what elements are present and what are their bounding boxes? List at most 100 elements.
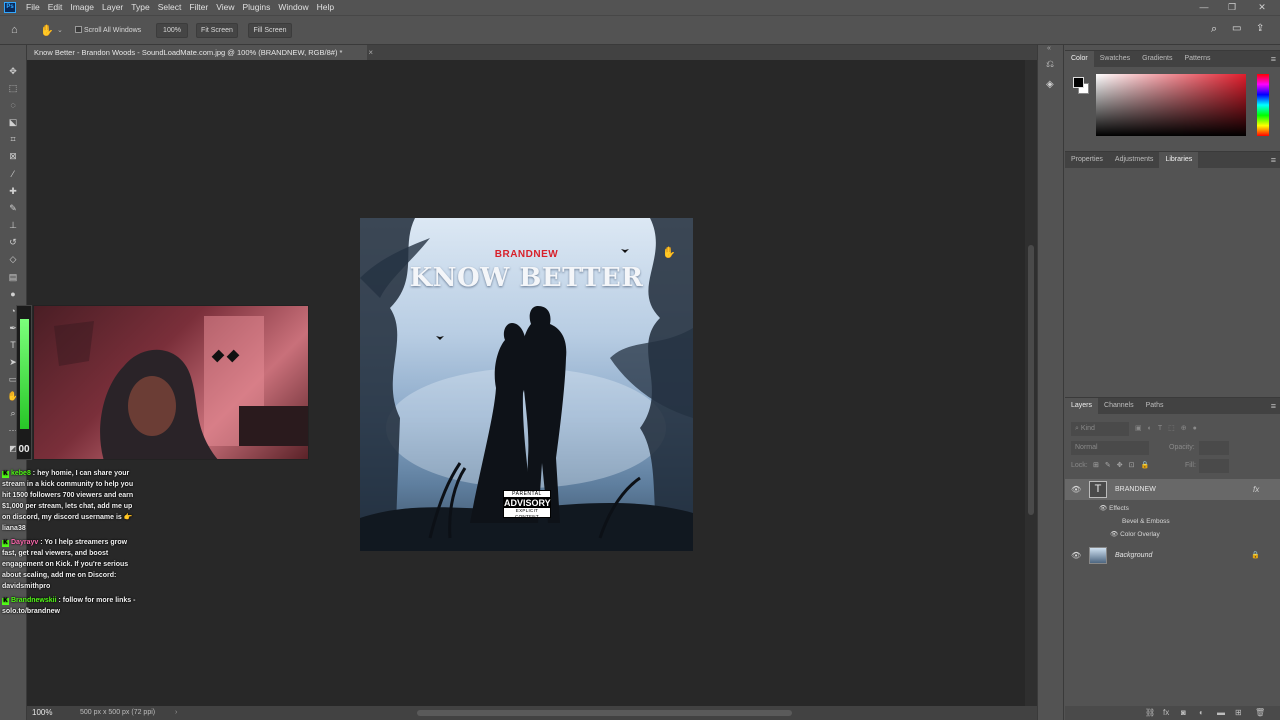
color-picker-field[interactable] bbox=[1096, 74, 1246, 136]
effects-group-row[interactable]: 👁 Effects bbox=[1099, 503, 1129, 515]
lock-icons[interactable]: ⊞✎✥⊡🔒 bbox=[1093, 459, 1155, 473]
layer-row-background[interactable]: 👁 Background 🔒 bbox=[1065, 545, 1280, 566]
tab-color[interactable]: Color bbox=[1065, 51, 1094, 67]
frame-tool-icon[interactable]: ⊠ bbox=[7, 150, 19, 162]
layer-effects-fx-icon[interactable]: fx bbox=[1253, 479, 1259, 500]
tool-preset-chevron-icon[interactable]: ⌄ bbox=[57, 26, 63, 34]
tab-paths[interactable]: Paths bbox=[1140, 398, 1170, 414]
object-selection-tool-icon[interactable]: ⬕ bbox=[7, 116, 19, 128]
tab-layers[interactable]: Layers bbox=[1065, 398, 1099, 414]
minimize-button[interactable]: — bbox=[1190, 0, 1218, 15]
hue-slider[interactable] bbox=[1257, 74, 1269, 136]
healing-brush-tool-icon[interactable]: ✚ bbox=[7, 185, 19, 197]
menu-filter[interactable]: Filter bbox=[185, 0, 212, 15]
foreground-color-swatch[interactable] bbox=[1073, 77, 1084, 88]
effects-eye-icon[interactable]: 👁 bbox=[1099, 505, 1109, 512]
comments-panel-icon[interactable]: ◈ bbox=[1046, 79, 1054, 90]
panel-menu-icon[interactable]: ≡ bbox=[1271, 152, 1276, 168]
workspace-icon[interactable]: ▭ bbox=[1232, 23, 1241, 34]
fit-screen-button[interactable]: Fit Screen bbox=[196, 23, 238, 38]
new-adjustment-icon[interactable]: ◐ bbox=[1199, 706, 1204, 720]
fill-screen-button[interactable]: Fill Screen bbox=[248, 23, 292, 38]
lock-icon[interactable]: 🔒 bbox=[1251, 545, 1260, 566]
new-layer-icon[interactable]: ⊞ bbox=[1235, 706, 1242, 720]
menu-type[interactable]: Type bbox=[127, 0, 153, 15]
horizontal-scroll-thumb[interactable] bbox=[417, 710, 792, 716]
tab-adjustments[interactable]: Adjustments bbox=[1109, 152, 1160, 168]
layer-filter-kind[interactable]: ⌕ Kind bbox=[1071, 422, 1129, 436]
layer-filter-icons[interactable]: ▣◐T⬚⊕● bbox=[1135, 422, 1203, 436]
album-artwork[interactable]: BRANDNEW KNOW BETTER PARENTAL ADVISORY E… bbox=[360, 218, 693, 551]
menu-plugins[interactable]: Plugins bbox=[238, 0, 274, 15]
menu-image[interactable]: Image bbox=[66, 0, 98, 15]
advisory-top-text: PARENTAL bbox=[504, 491, 550, 498]
effect-bevel-emboss[interactable]: Bevel & Emboss bbox=[1122, 516, 1170, 528]
panel-menu-icon[interactable]: ≡ bbox=[1271, 398, 1276, 414]
document-tab-bar: Know Better - Brandon Woods - SoundLoadM… bbox=[27, 45, 1037, 60]
menu-layer[interactable]: Layer bbox=[98, 0, 127, 15]
effect-color-overlay-row[interactable]: 👁 Color Overlay bbox=[1110, 529, 1160, 541]
crop-tool-icon[interactable]: ⌗ bbox=[7, 133, 19, 145]
status-expand-chevron-icon[interactable]: › bbox=[175, 706, 177, 720]
chat-username: Brandnewskii bbox=[11, 597, 57, 604]
share-icon[interactable]: ⇪ bbox=[1256, 23, 1264, 34]
collapse-panels-icon[interactable]: « bbox=[1047, 45, 1051, 52]
blend-mode-select[interactable]: Normal bbox=[1071, 441, 1149, 455]
close-tab-icon[interactable]: × bbox=[368, 45, 373, 60]
layer-row-brandnew[interactable]: 👁 T BRANDNEW fx bbox=[1065, 479, 1280, 500]
tab-properties[interactable]: Properties bbox=[1065, 152, 1109, 168]
tab-channels[interactable]: Channels bbox=[1098, 398, 1140, 414]
document-tab[interactable]: Know Better - Brandon Woods - SoundLoadM… bbox=[27, 45, 373, 60]
lock-label: Lock: bbox=[1071, 462, 1088, 469]
delete-layer-icon[interactable]: 🗑 bbox=[1255, 706, 1265, 720]
status-doc-info[interactable]: 500 px x 500 px (72 ppi) bbox=[80, 706, 155, 720]
scroll-all-windows-checkbox[interactable] bbox=[75, 26, 82, 33]
add-style-fx-icon[interactable]: fx bbox=[1163, 706, 1169, 720]
clone-stamp-tool-icon[interactable]: ⊥ bbox=[7, 219, 19, 231]
move-tool-icon[interactable]: ✥ bbox=[7, 65, 19, 77]
close-window-button[interactable]: ✕ bbox=[1248, 0, 1276, 15]
blur-tool-icon[interactable]: ● bbox=[7, 288, 19, 300]
zoom-100-button[interactable]: 100% bbox=[156, 23, 188, 38]
vertical-scrollbar[interactable] bbox=[1025, 60, 1037, 706]
history-brush-tool-icon[interactable]: ↺ bbox=[7, 236, 19, 248]
restore-button[interactable]: ❐ bbox=[1218, 0, 1246, 15]
tab-patterns[interactable]: Patterns bbox=[1178, 51, 1216, 67]
menu-select[interactable]: Select bbox=[154, 0, 186, 15]
search-icon[interactable]: ⌕ bbox=[1211, 23, 1217, 36]
tab-libraries[interactable]: Libraries bbox=[1159, 152, 1199, 168]
menu-file[interactable]: File bbox=[22, 0, 44, 15]
tab-swatches[interactable]: Swatches bbox=[1094, 51, 1136, 67]
vertical-scroll-thumb[interactable] bbox=[1028, 245, 1034, 515]
menu-edit[interactable]: Edit bbox=[44, 0, 67, 15]
tab-gradients[interactable]: Gradients bbox=[1136, 51, 1178, 67]
layers-panel: Layers Channels Paths ≡ ⌕ Kind ▣◐T⬚⊕● No… bbox=[1065, 397, 1280, 720]
hand-tool-icon[interactable]: ✋ bbox=[40, 24, 54, 37]
layer-name[interactable]: Background bbox=[1115, 545, 1152, 566]
lasso-tool-icon[interactable]: ◌ bbox=[7, 99, 19, 111]
eyedropper-tool-icon[interactable]: ⁄ bbox=[7, 168, 19, 180]
link-layers-icon[interactable]: ⛓ bbox=[1145, 706, 1155, 720]
menu-view[interactable]: View bbox=[212, 0, 238, 15]
status-zoom-value[interactable]: 100% bbox=[32, 706, 52, 720]
history-panel-icon[interactable]: ⎌ bbox=[1046, 59, 1054, 70]
layer-name[interactable]: BRANDNEW bbox=[1115, 479, 1156, 500]
menu-help[interactable]: Help bbox=[313, 0, 338, 15]
fill-input[interactable] bbox=[1199, 459, 1229, 473]
opacity-input[interactable] bbox=[1199, 441, 1229, 455]
visibility-eye-icon[interactable]: 👁 bbox=[1071, 545, 1081, 566]
visibility-eye-icon[interactable]: 👁 bbox=[1071, 479, 1081, 500]
gradient-tool-icon[interactable]: ▤ bbox=[7, 271, 19, 283]
eraser-tool-icon[interactable]: ◇ bbox=[7, 253, 19, 265]
effect-eye-icon[interactable]: 👁 bbox=[1110, 531, 1120, 538]
effects-label: Effects bbox=[1109, 505, 1129, 512]
new-group-icon[interactable]: ▬ bbox=[1217, 706, 1225, 720]
panel-menu-icon[interactable]: ≡ bbox=[1271, 51, 1276, 67]
add-mask-icon[interactable]: ◙ bbox=[1181, 706, 1186, 720]
brush-tool-icon[interactable]: ✎ bbox=[7, 202, 19, 214]
artwork-title-text: KNOW BETTER bbox=[409, 263, 644, 293]
menu-window[interactable]: Window bbox=[274, 0, 312, 15]
fill-label: Fill: bbox=[1185, 462, 1196, 469]
marquee-tool-icon[interactable]: ⬚ bbox=[7, 82, 19, 94]
home-icon[interactable]: ⌂ bbox=[11, 24, 18, 36]
